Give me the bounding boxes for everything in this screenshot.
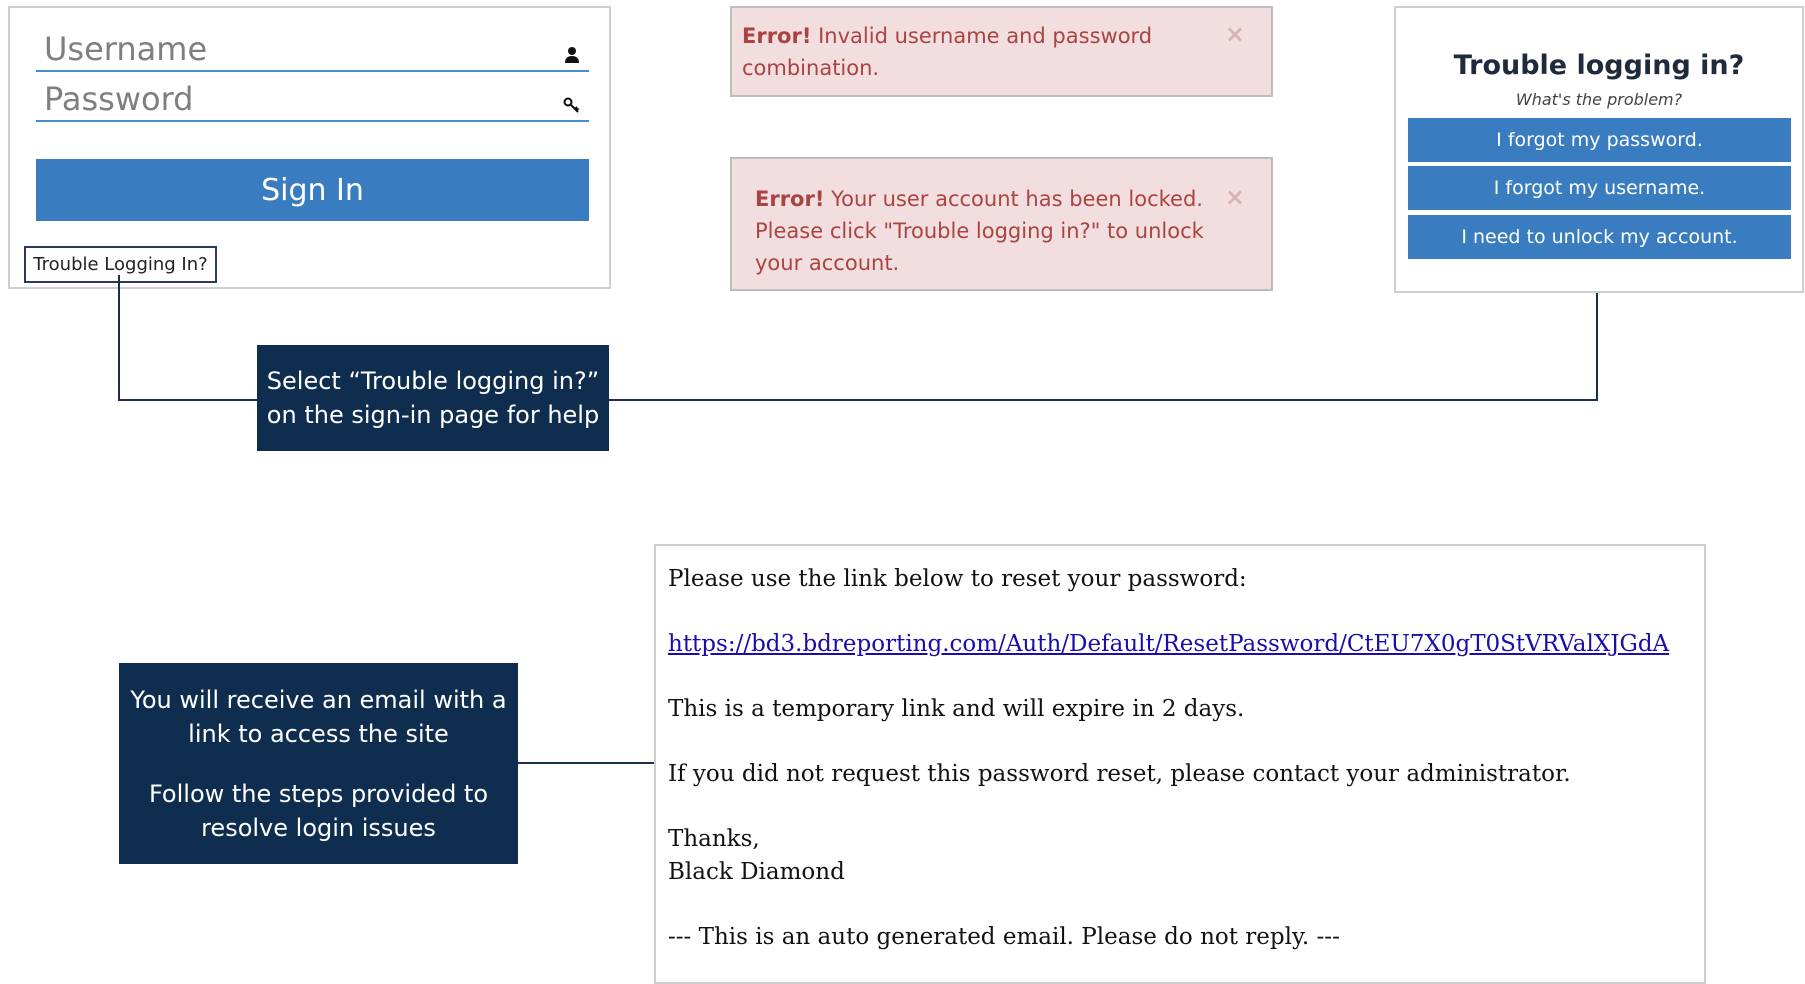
select-callout-line2: on the sign-in page for help	[266, 401, 600, 429]
key-icon	[563, 97, 580, 113]
select-callout-line1: Select “Trouble logging in?”	[266, 367, 600, 395]
email-signature: Black Diamond	[668, 859, 845, 885]
close-icon[interactable]: ×	[1225, 18, 1245, 50]
reset-password-link[interactable]: https://bd3.bdreporting.com/Auth/Default…	[668, 631, 1669, 657]
connector-line	[1596, 293, 1598, 401]
invalid-alert-line1: Invalid username and password	[818, 24, 1153, 48]
email-contact: If you did not request this password res…	[668, 761, 1571, 787]
locked-alert-line3: your account.	[755, 251, 900, 275]
password-placeholder: Password	[44, 80, 194, 118]
trouble-panel-title: Trouble logging in?	[1453, 50, 1745, 81]
close-icon[interactable]: ×	[1225, 181, 1245, 213]
forgot-username-button[interactable]: I forgot my username.	[1408, 166, 1791, 210]
trouble-logging-in-panel: Trouble logging in? What's the problem? …	[1394, 6, 1804, 293]
email-callout-line2: link to access the site	[188, 719, 449, 748]
email-info-callout: You will receive an email with a link to…	[119, 663, 518, 864]
trouble-panel-subtitle: What's the problem?	[1515, 90, 1683, 109]
connector-line	[518, 762, 656, 764]
unlock-account-button[interactable]: I need to unlock my account.	[1408, 215, 1791, 259]
select-trouble-callout: Select “Trouble logging in?” on the sign…	[257, 345, 609, 451]
locked-alert-prefix: Error!	[755, 187, 825, 211]
invalid-alert-line2: combination.	[742, 56, 880, 80]
trouble-logging-in-link[interactable]: Trouble Logging In?	[24, 246, 217, 283]
email-thanks: Thanks,	[668, 826, 760, 852]
email-intro: Please use the link below to reset your …	[668, 566, 1247, 592]
locked-alert-line2: Please click "Trouble logging in?" to un…	[755, 219, 1204, 243]
email-callout-line1: You will receive an email with a	[130, 685, 507, 714]
locked-alert-text: Error! Your user account has been locked…	[755, 183, 1204, 279]
email-footer: --- This is an auto generated email. Ple…	[668, 924, 1340, 950]
password-field[interactable]: Password	[36, 80, 589, 122]
connector-line	[118, 275, 120, 401]
account-locked-alert: Error! Your user account has been locked…	[730, 157, 1273, 291]
invalid-credentials-alert: Error! Invalid username and password com…	[730, 6, 1273, 97]
username-placeholder: Username	[44, 30, 208, 68]
email-callout-line3: Follow the steps provided to	[148, 779, 489, 808]
user-icon	[565, 47, 579, 63]
reset-email: Please use the link below to reset your …	[654, 544, 1706, 984]
login-panel: Username Password Sign In Trouble Loggin…	[8, 6, 611, 289]
username-field[interactable]: Username	[36, 30, 589, 72]
forgot-password-button[interactable]: I forgot my password.	[1408, 118, 1791, 162]
email-expiry: This is a temporary link and will expire…	[668, 696, 1245, 722]
invalid-alert-prefix: Error!	[742, 24, 812, 48]
sign-in-button[interactable]: Sign In	[36, 159, 589, 221]
email-callout-line4: resolve login issues	[201, 813, 436, 842]
locked-alert-line1: Your user account has been locked.	[831, 187, 1203, 211]
invalid-alert-text: Error! Invalid username and password com…	[742, 20, 1152, 84]
